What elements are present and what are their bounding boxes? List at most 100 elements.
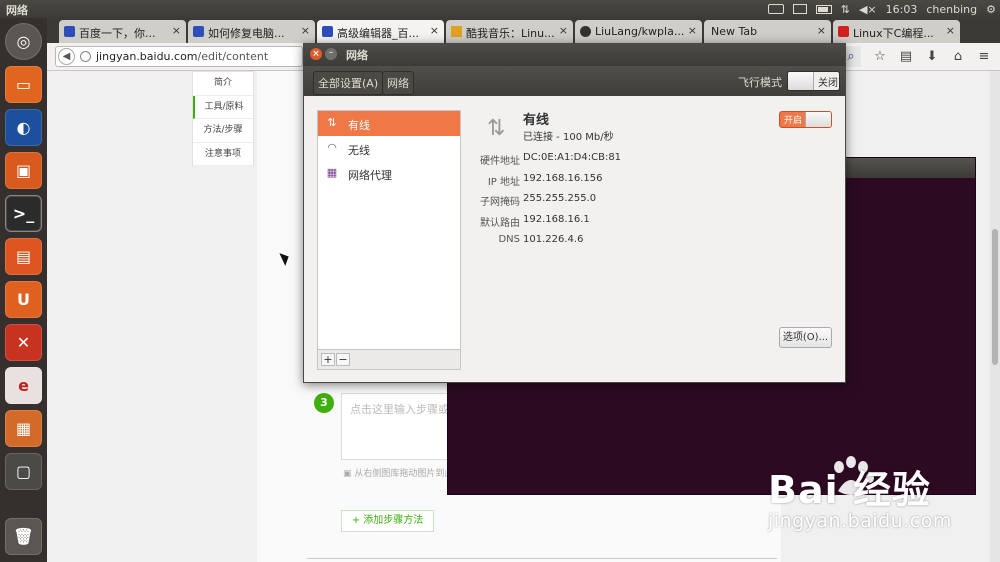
globe-icon [80, 51, 91, 62]
step-number-badge: 3 [314, 393, 334, 413]
connection-name: 有线 [523, 113, 550, 128]
close-tab-icon[interactable]: × [559, 24, 568, 37]
baidu-favicon-icon [322, 26, 333, 37]
browser-tab[interactable]: Linux下C编程... × [833, 20, 960, 43]
add-connection-button[interactable]: + [321, 353, 335, 366]
info-key: IP 地址 [487, 177, 520, 188]
watermark-brand: Bai 经验 [768, 468, 931, 512]
files-icon[interactable]: ▭ [5, 66, 42, 103]
connection-label: 有线 [348, 119, 370, 132]
baidu-jingyan-watermark: Bai 经验 jingyan.baidu.com [768, 459, 952, 532]
close-tab-icon[interactable]: × [430, 24, 439, 37]
page-scrollbar[interactable] [990, 71, 1000, 562]
close-tab-icon[interactable]: × [172, 24, 181, 37]
browser-tab[interactable]: LiuLang/kwpla... × [575, 20, 702, 43]
tab-label: New Tab [711, 25, 758, 38]
reading-list-icon[interactable]: ▤ [894, 46, 918, 67]
clock[interactable]: 16:03 [886, 3, 918, 16]
airplane-toggle-state: 关闭 [818, 78, 838, 89]
connection-item-wired[interactable]: ⇅ 有线 [318, 111, 460, 136]
github-favicon-icon [580, 26, 591, 37]
connection-status: 已连接 - 100 Mb/秒 [523, 132, 614, 143]
browser-tab[interactable]: 百度一下，你... × [59, 20, 186, 43]
browser-tab[interactable]: New Tab × [704, 20, 831, 43]
browser-tab-bar: 百度一下，你... × 如何修复电脑... × 高级编辑器_百... × 酷我音… [47, 18, 1000, 43]
volume-icon[interactable]: ◀× [859, 3, 877, 16]
toolbar-icons: ☆ ▤ ⬇ ⌂ ≡ [868, 46, 996, 67]
unity-launcher: ◎ ▭ ◐ ▣ >_ ▤ U ✕ e ▦ ▢ 🗑 [0, 18, 47, 562]
terminal-icon[interactable]: >_ [5, 195, 42, 232]
connection-label: 网络代理 [348, 169, 392, 182]
close-tab-icon[interactable]: × [946, 24, 955, 37]
close-tab-icon[interactable]: × [301, 24, 310, 37]
info-key: 默认路由 [480, 218, 520, 229]
download-icon[interactable]: ⬇ [920, 46, 944, 67]
connection-item-proxy[interactable]: ▦ 网络代理 [318, 161, 460, 186]
battery-icon[interactable] [815, 4, 832, 14]
browser-tab[interactable]: 酷我音乐：Linu... × [446, 20, 573, 43]
back-icon[interactable]: ◀ [58, 48, 75, 65]
gear-icon[interactable]: ⚙ [986, 3, 996, 16]
impress-icon[interactable]: ▣ [5, 152, 42, 189]
connection-label: 无线 [348, 144, 370, 157]
toggle-knob [805, 112, 831, 127]
close-tab-icon[interactable]: × [817, 24, 826, 37]
bookmark-star-icon[interactable]: ☆ [868, 46, 892, 67]
close-icon[interactable]: × [310, 48, 322, 60]
dialog-toolbar: 全部设置(A) 网络 飞行模式 关闭 [304, 66, 845, 96]
info-value: 255.255.255.0 [523, 193, 597, 204]
workspace-switcher-icon[interactable]: ▢ [5, 453, 42, 490]
network-settings-dialog: × – 网络 全部设置(A) 网络 飞行模式 关闭 ⇅ 有线 ◠ 无线 ▦ 网络… [303, 43, 846, 383]
side-nav-item[interactable]: 简介 [193, 72, 253, 96]
home-icon[interactable]: ⌂ [946, 46, 970, 67]
url-host: jingyan.baidu.com [96, 50, 198, 63]
menu-icon[interactable]: ≡ [972, 46, 996, 67]
add-step-button[interactable]: + 添加步骤方法 [341, 510, 434, 532]
user-name[interactable]: chenbing [926, 3, 977, 16]
list-footer: + − [318, 349, 460, 369]
proxy-icon: ▦ [326, 166, 338, 179]
side-nav-item[interactable]: 注意事项 [193, 143, 253, 166]
wired-large-icon: ⇅ [487, 116, 506, 141]
mail-icon[interactable] [792, 4, 807, 14]
wired-icon: ⇅ [327, 116, 337, 129]
close-tab-icon[interactable]: × [688, 24, 697, 37]
scrollbar-thumb[interactable] [992, 229, 998, 365]
url-path: /edit/content [197, 50, 269, 63]
article-side-nav: 简介 工具/原料 方法/步骤 注意事项 [192, 71, 254, 166]
side-nav-item[interactable]: 方法/步骤 [193, 119, 253, 143]
airplane-mode-toggle[interactable]: 关闭 [787, 71, 840, 91]
wired-power-toggle[interactable]: 开启 [779, 111, 832, 128]
trash-icon[interactable]: 🗑 [5, 518, 42, 555]
system-settings-icon[interactable]: ✕ [5, 324, 42, 361]
dialog-title: 网络 [346, 49, 368, 62]
url-bar[interactable]: ◀ jingyan.baidu.com/edit/content [55, 46, 303, 67]
side-nav-item[interactable]: 工具/原料 [193, 95, 253, 119]
ubuntu-one-icon[interactable]: U [5, 281, 42, 318]
dialog-titlebar[interactable]: × – 网络 [304, 44, 845, 66]
breadcrumb-network[interactable]: 网络 [382, 71, 414, 95]
image-icon: ▣ [343, 469, 355, 479]
firefox-icon[interactable]: ◐ [5, 109, 42, 146]
browser-tab[interactable]: 如何修复电脑... × [188, 20, 315, 43]
software-center-icon[interactable]: ▤ [5, 238, 42, 275]
connection-item-wireless[interactable]: ◠ 无线 [318, 136, 460, 161]
browser-tab-active[interactable]: 高级编辑器_百... × [317, 20, 444, 43]
toggle-knob [788, 72, 814, 90]
info-key: DNS [498, 234, 520, 245]
document-viewer-icon[interactable]: e [5, 367, 42, 404]
options-button[interactable]: 选项(O)... [779, 327, 832, 348]
active-app-title: 网络 [6, 4, 28, 17]
minimize-icon[interactable]: – [325, 48, 337, 60]
info-key: 子网掩码 [480, 197, 520, 208]
dash-home-icon[interactable]: ◎ [5, 23, 42, 60]
image-drag-hint: ▣ 从右侧图库拖动图片到此 [343, 466, 453, 479]
network-arrows-icon[interactable]: ⇅ [841, 3, 850, 16]
archive-manager-icon[interactable]: ▦ [5, 410, 42, 447]
all-settings-button[interactable]: 全部设置(A) [313, 71, 384, 95]
tab-label: 高级编辑器_百... [337, 27, 419, 40]
keyboard-icon[interactable] [767, 4, 784, 14]
top-panel: 网络 ⇅ ◀× 16:03 chenbing ⚙ [0, 0, 1000, 18]
remove-connection-button[interactable]: − [336, 353, 350, 366]
baidu-favicon-icon [64, 26, 75, 37]
